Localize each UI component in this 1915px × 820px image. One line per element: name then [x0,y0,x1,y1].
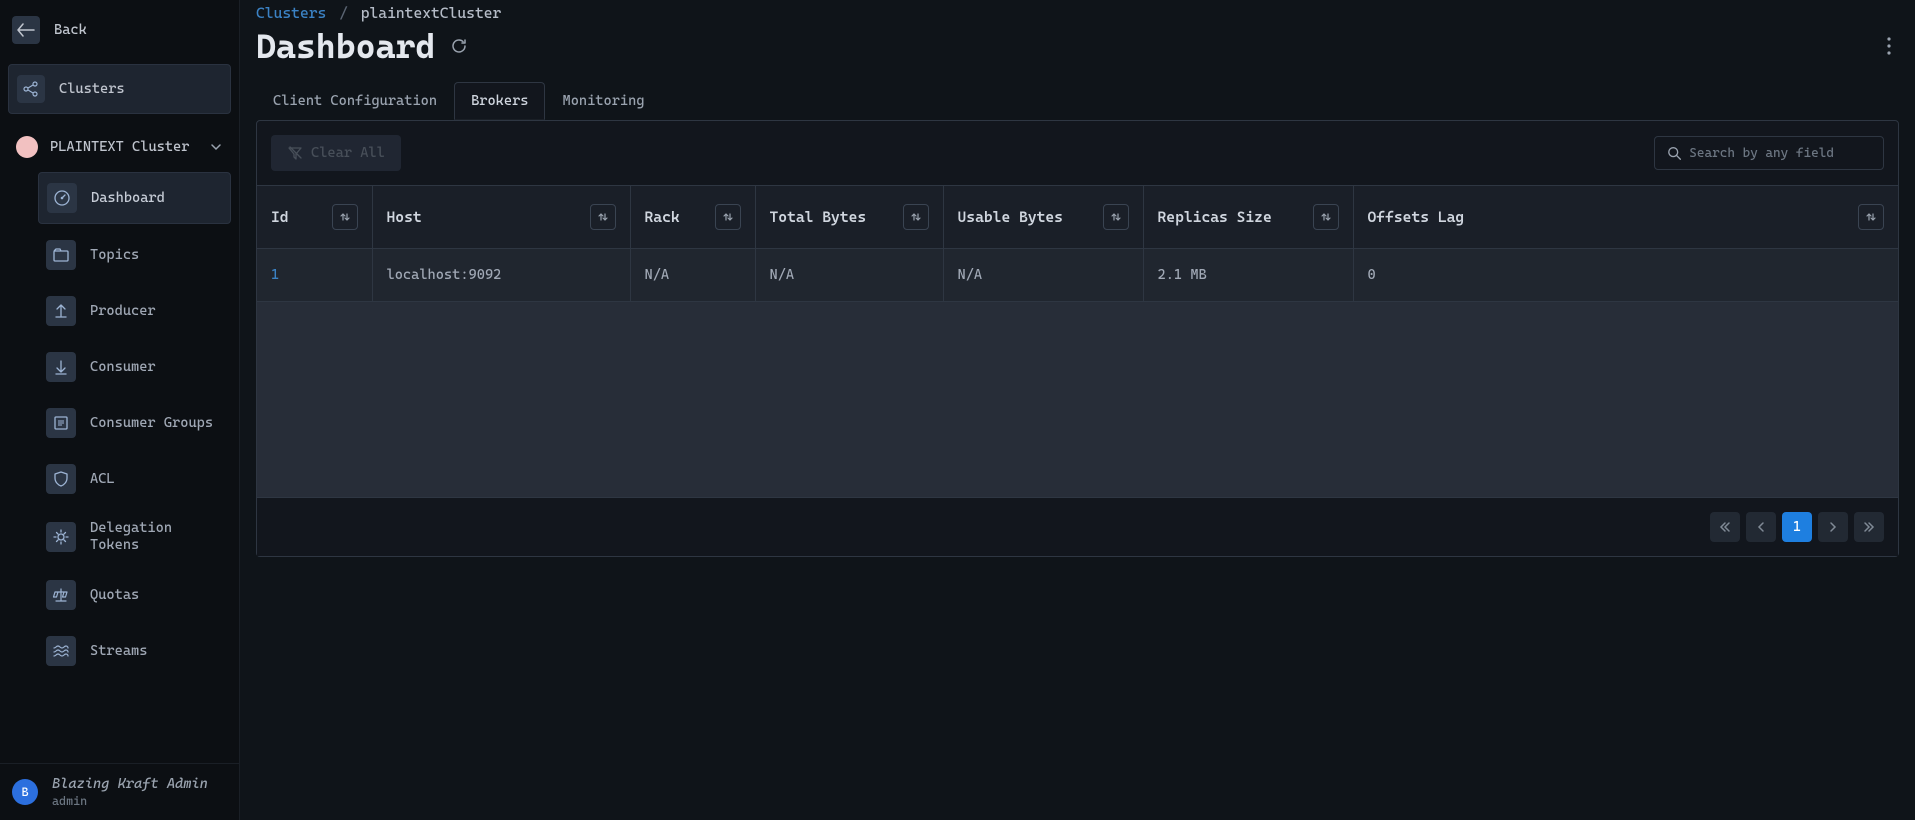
footer-title: Blazing Kraft Admin [52,776,208,792]
cluster-name: PLAINTEXT Cluster [50,139,197,155]
tab-client-configuration[interactable]: Client Configuration [256,82,454,120]
clear-all-button[interactable]: Clear All [271,135,401,171]
breadcrumb-current: plaintextCluster [361,4,502,22]
filter-off-icon [287,145,303,161]
chevron-right-icon [1828,521,1838,533]
broker-id-link[interactable]: 1 [271,267,279,283]
col-replicas-size: Replicas Size [1158,208,1272,226]
page-first-button[interactable] [1710,512,1740,542]
sidebar-item-streams[interactable]: Streams [38,626,231,676]
chevron-down-icon [209,140,223,154]
share-nodes-icon [17,75,45,103]
cell-total-bytes: N/A [755,249,943,302]
sidebar-item-consumer-groups[interactable]: Consumer Groups [38,398,231,448]
cell-replicas-size: 2.1 MB [1143,249,1353,302]
download-icon [46,352,76,382]
refresh-button[interactable] [449,36,469,56]
avatar: B [12,779,38,805]
sidebar-item-delegation-tokens[interactable]: Delegation Tokens [38,510,231,564]
cell-usable-bytes: N/A [943,249,1143,302]
sort-replicas-size-button[interactable] [1313,204,1339,230]
back-button[interactable]: Back [8,10,231,50]
tab-brokers[interactable]: Brokers [454,82,545,120]
main-content: Clusters / plaintextCluster Dashboard Cl… [240,0,1915,820]
sort-rack-button[interactable] [715,204,741,230]
col-id: Id [271,208,289,226]
page-number-button[interactable]: 1 [1782,512,1812,542]
folder-icon [46,240,76,270]
sidebar-item-label: Dashboard [91,190,165,206]
sidebar-item-acl[interactable]: ACL [38,454,231,504]
page-next-button[interactable] [1818,512,1848,542]
sort-id-button[interactable] [332,204,358,230]
cluster-status-dot [16,136,38,158]
sidebar-item-quotas[interactable]: Quotas [38,570,231,620]
sidebar-item-clusters[interactable]: Clusters [8,64,231,114]
shield-icon [46,464,76,494]
more-menu-button[interactable] [1879,29,1899,63]
gear-icon [46,522,76,552]
sidebar-item-label: Consumer Groups [90,415,213,431]
tabs: Client Configuration Brokers Monitoring [256,82,1899,121]
sidebar-item-label: Topics [90,247,139,263]
sidebar-item-label: Consumer [90,359,156,375]
sidebar-item-consumer[interactable]: Consumer [38,342,231,392]
chevron-double-left-icon [1719,521,1731,533]
col-host: Host [387,208,422,226]
sort-host-button[interactable] [590,204,616,230]
breadcrumb-sep: / [339,4,348,22]
cell-host: localhost:9092 [372,249,630,302]
wave-icon [46,636,76,666]
gauge-icon [47,183,77,213]
col-total-bytes: Total Bytes [770,208,867,226]
sort-offsets-lag-button[interactable] [1858,204,1884,230]
chevron-double-right-icon [1863,521,1875,533]
sidebar-item-topics[interactable]: Topics [38,230,231,280]
clusters-label: Clusters [59,81,125,97]
search-box[interactable] [1654,136,1884,170]
chevron-left-icon [1756,521,1766,533]
sort-total-bytes-button[interactable] [903,204,929,230]
sidebar-item-label: Producer [90,303,156,319]
list-icon [46,408,76,438]
back-arrow-icon [12,16,40,44]
brokers-panel: Clear All Id Host Rack Total Bytes Usabl… [256,120,1899,557]
search-icon [1667,145,1681,161]
col-usable-bytes: Usable Bytes [958,208,1063,226]
sidebar-footer[interactable]: B Blazing Kraft Admin admin [0,763,239,820]
sidebar-item-producer[interactable]: Producer [38,286,231,336]
cluster-dropdown[interactable]: PLAINTEXT Cluster [8,126,231,168]
sidebar-item-dashboard[interactable]: Dashboard [38,172,231,224]
scale-icon [46,580,76,610]
col-offsets-lag: Offsets Lag [1368,208,1465,226]
clear-all-label: Clear All [311,145,385,161]
sidebar-item-label: Quotas [90,587,139,603]
refresh-icon [451,38,467,54]
breadcrumb-root[interactable]: Clusters [256,4,326,22]
search-input[interactable] [1689,146,1871,161]
upload-icon [46,296,76,326]
tab-monitoring[interactable]: Monitoring [545,82,661,120]
page-title: Dashboard [256,26,435,66]
breadcrumb: Clusters / plaintextCluster [256,0,1899,22]
sidebar: Back Clusters PLAINTEXT Cluster Dashboar… [0,0,240,820]
page-prev-button[interactable] [1746,512,1776,542]
brokers-table: Id Host Rack Total Bytes Usable Bytes Re… [257,185,1898,302]
cell-offsets-lag: 0 [1353,249,1898,302]
pagination: 1 [257,497,1898,556]
sidebar-item-label: ACL [90,471,115,487]
sidebar-item-label: Streams [90,643,147,659]
cell-rack: N/A [630,249,755,302]
footer-sub: admin [52,794,208,808]
dots-vertical-icon [1887,37,1891,55]
table-empty-space [257,302,1898,497]
table-row[interactable]: 1 localhost:9092 N/A N/A N/A 2.1 MB 0 [257,249,1898,302]
sort-usable-bytes-button[interactable] [1103,204,1129,230]
col-rack: Rack [645,208,680,226]
back-label: Back [54,22,87,38]
sidebar-item-label: Delegation Tokens [90,520,223,554]
page-last-button[interactable] [1854,512,1884,542]
